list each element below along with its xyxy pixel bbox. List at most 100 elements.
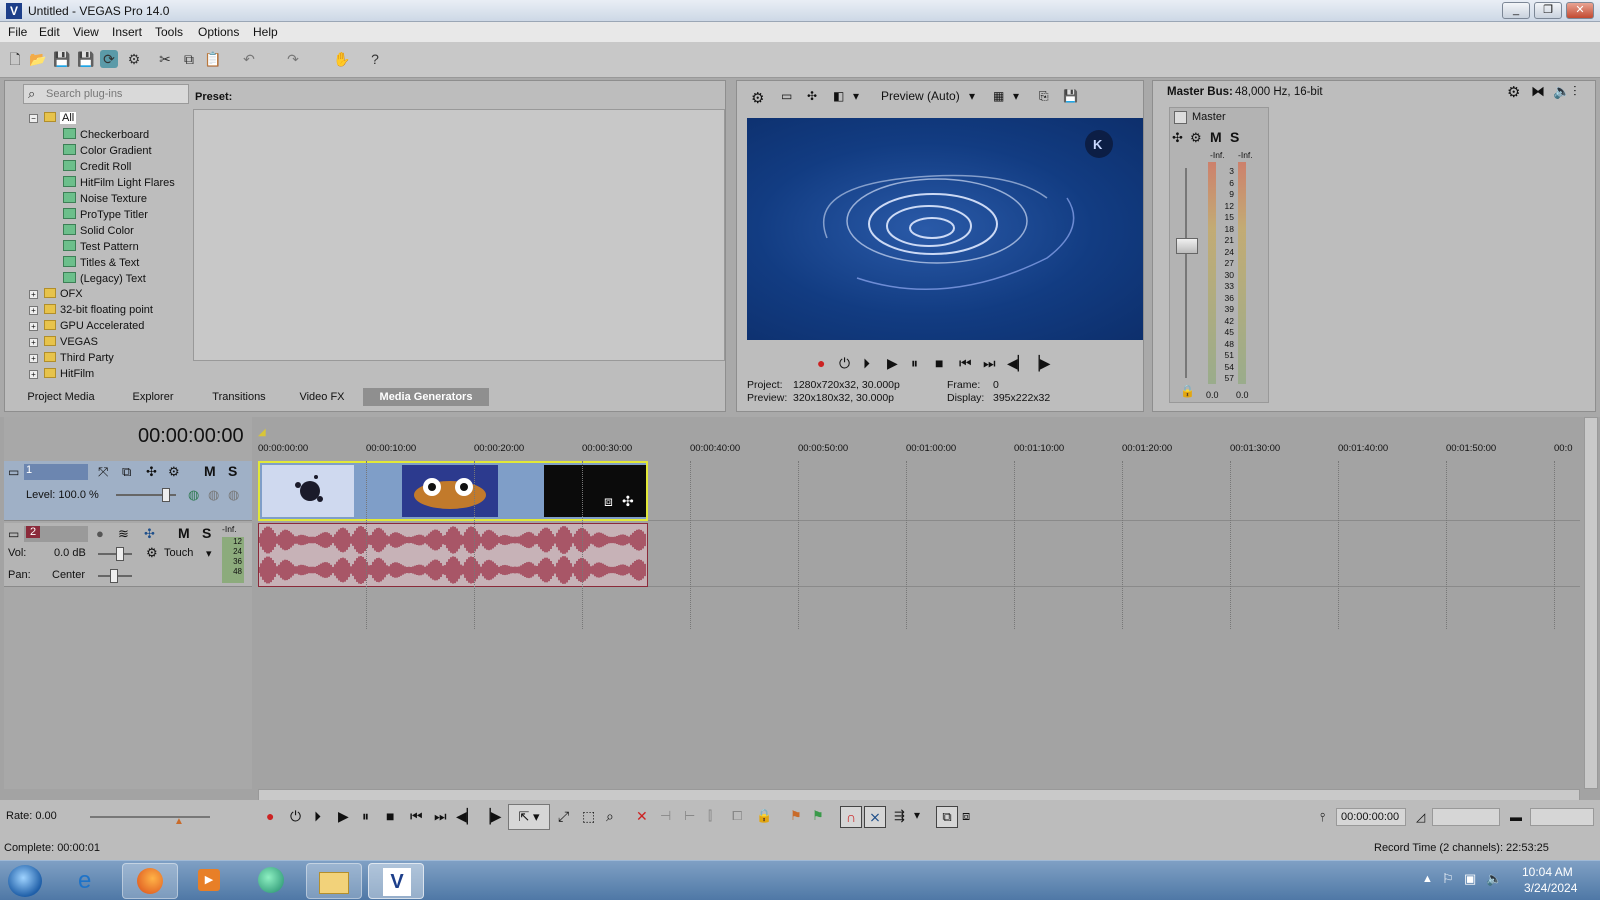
- vertical-scrollbar[interactable]: [1584, 417, 1598, 789]
- mute-button[interactable]: M: [178, 525, 190, 541]
- paste-icon[interactable]: 📋: [204, 50, 222, 68]
- video-track-header[interactable]: ▭ 1 ⤧ ⧉ ✣ ⚙ M S Level: 100.0 % ◍ ◍ ◍: [4, 461, 252, 521]
- pause-icon[interactable]: ⏸: [911, 355, 918, 372]
- tab-transitions[interactable]: Transitions: [197, 388, 281, 406]
- split-screen-icon[interactable]: ✣: [807, 89, 817, 103]
- show-hidden-icons[interactable]: ▲: [1422, 873, 1433, 885]
- insert-region-icon[interactable]: ⚑: [812, 808, 824, 824]
- tree-item-color-gradient[interactable]: Color Gradient: [63, 144, 152, 157]
- insert-fx-icon[interactable]: ✣: [1172, 130, 1183, 146]
- pan-slider-thumb[interactable]: [110, 569, 118, 583]
- maximize-button[interactable]: ❐: [1534, 2, 1562, 19]
- start-button[interactable]: [8, 865, 42, 897]
- previous-frame-icon[interactable]: ◀▏: [456, 808, 478, 825]
- tree-item-legacy-text[interactable]: (Legacy) Text: [63, 272, 146, 285]
- next-frame-icon[interactable]: ▕▶: [1029, 355, 1051, 372]
- play-icon[interactable]: ▶: [338, 808, 349, 825]
- mute-button[interactable]: M: [204, 463, 216, 479]
- tree-item-noise-texture[interactable]: Noise Texture: [63, 192, 147, 205]
- open-icon[interactable]: 📂: [29, 50, 47, 68]
- solo-button[interactable]: S: [202, 525, 211, 541]
- master-volume-fader[interactable]: [1176, 238, 1198, 254]
- tree-folder-third-party[interactable]: + Third Party: [29, 352, 114, 364]
- track-settings-icon[interactable]: ⚙: [168, 464, 180, 480]
- selection-tool-icon[interactable]: ⬚: [582, 808, 595, 825]
- play-from-start-icon[interactable]: ⏵: [314, 808, 321, 825]
- track-fx-icon[interactable]: ✣: [146, 464, 157, 480]
- pan-crop-icon[interactable]: ⧈: [604, 493, 613, 510]
- video-clip[interactable]: ⧈ ✣: [258, 461, 648, 521]
- tree-folder-32bit[interactable]: +32-bit floating point: [29, 304, 153, 316]
- tab-video-fx[interactable]: Video FX: [283, 388, 361, 406]
- arm-record-icon[interactable]: ●: [96, 526, 104, 541]
- automation-mode[interactable]: Touch: [164, 547, 193, 559]
- track-motion-icon[interactable]: ⤧: [98, 464, 108, 480]
- pause-icon[interactable]: ⏸: [362, 808, 369, 825]
- tree-item-titles-text[interactable]: Titles & Text: [63, 256, 139, 269]
- tab-explorer[interactable]: Explorer: [111, 388, 195, 406]
- network-icon[interactable]: ▣: [1464, 871, 1476, 887]
- trim-end-icon[interactable]: ⊢: [684, 808, 695, 824]
- tree-item-hitfilm-light-flares[interactable]: HitFilm Light Flares: [63, 176, 175, 189]
- menu-help[interactable]: Help: [253, 25, 278, 39]
- menu-tools[interactable]: Tools: [155, 25, 183, 39]
- automation-icon[interactable]: ✣: [144, 526, 155, 542]
- snapping-icon[interactable]: ∩: [840, 806, 862, 828]
- cursor-timecode[interactable]: 00:00:00:00: [1336, 808, 1406, 826]
- tree-folder-vegas[interactable]: + VEGAS: [29, 336, 98, 348]
- compositing-icon[interactable]: ⧉: [122, 464, 131, 480]
- menu-view[interactable]: View: [73, 25, 99, 39]
- close-button[interactable]: ✕: [1566, 2, 1594, 19]
- tree-folder-ofx[interactable]: + OFX: [29, 288, 83, 300]
- play-from-start-icon[interactable]: ⏵: [863, 355, 870, 372]
- tree-folder-gpu[interactable]: + GPU Accelerated: [29, 320, 144, 332]
- help-icon[interactable]: ?: [366, 50, 384, 68]
- collapse-icon[interactable]: −: [29, 114, 38, 123]
- save-as-icon[interactable]: 💾: [77, 50, 95, 68]
- tree-item-test-pattern[interactable]: Test Pattern: [63, 240, 139, 253]
- tree-item-credit-roll[interactable]: Credit Roll: [63, 160, 131, 173]
- level-slider-thumb[interactable]: [162, 488, 170, 502]
- new-icon[interactable]: 🗋: [6, 50, 24, 68]
- chevron-down-icon[interactable]: ▾: [914, 808, 920, 822]
- parent-icon[interactable]: ◍: [208, 487, 219, 503]
- preset-area[interactable]: [193, 109, 725, 361]
- save-icon[interactable]: 💾: [53, 50, 71, 68]
- selection-length-field[interactable]: [1432, 808, 1500, 826]
- fx-icon[interactable]: ⚙: [1190, 130, 1202, 146]
- lock-icon[interactable]: 🔒: [1180, 384, 1195, 398]
- zoom-tool-icon[interactable]: ⌕: [606, 808, 614, 825]
- lock-icon[interactable]: 🔒: [756, 808, 772, 824]
- save-snapshot-icon[interactable]: 💾: [1063, 89, 1078, 103]
- volume-slider-thumb[interactable]: [116, 547, 124, 561]
- taskbar-app[interactable]: [244, 863, 300, 899]
- search-plugins-input[interactable]: ⌕ Search plug-ins: [23, 84, 189, 104]
- envelope-tool-icon[interactable]: ⤢: [558, 808, 569, 825]
- menu-options[interactable]: Options: [198, 25, 239, 39]
- track-fx-icon[interactable]: ≋: [118, 526, 129, 542]
- menu-insert[interactable]: Insert: [112, 25, 142, 39]
- split-icon[interactable]: ⫿: [708, 808, 712, 824]
- chevron-down-icon[interactable]: ▾: [969, 89, 975, 103]
- clock-date[interactable]: 3/24/2024: [1524, 881, 1577, 895]
- ignore-grouping-icon[interactable]: ⧈: [962, 808, 970, 824]
- expand-icon[interactable]: +: [29, 322, 38, 331]
- collapse-track-icon[interactable]: ▭: [8, 465, 19, 479]
- mute-button[interactable]: M: [1210, 129, 1222, 145]
- rate-slider[interactable]: [90, 816, 210, 818]
- solo-button[interactable]: S: [228, 463, 237, 479]
- go-to-end-icon[interactable]: ⏭: [983, 355, 996, 372]
- stop-icon[interactable]: ■: [386, 808, 394, 824]
- downmix-icon[interactable]: ⧓: [1531, 83, 1545, 100]
- time-ruler[interactable]: 00:00:00:00 00:00:10:00 00:00:20:00 00:00:3…: [258, 443, 1580, 461]
- trim-start-icon[interactable]: ⊣: [660, 808, 671, 824]
- event-fx-icon[interactable]: ✣: [622, 493, 634, 510]
- render-icon[interactable]: ⟳: [100, 50, 118, 68]
- normal-edit-tool[interactable]: ⇱ ▾: [508, 804, 550, 830]
- enable-snapping-icon[interactable]: ✋: [333, 50, 351, 68]
- insert-marker-icon[interactable]: ⚑: [790, 808, 802, 824]
- tab-project-media[interactable]: Project Media: [13, 388, 109, 406]
- expand-icon[interactable]: +: [29, 306, 38, 315]
- loop-icon[interactable]: ⏻: [839, 355, 850, 372]
- go-to-start-icon[interactable]: ⏮: [410, 808, 423, 825]
